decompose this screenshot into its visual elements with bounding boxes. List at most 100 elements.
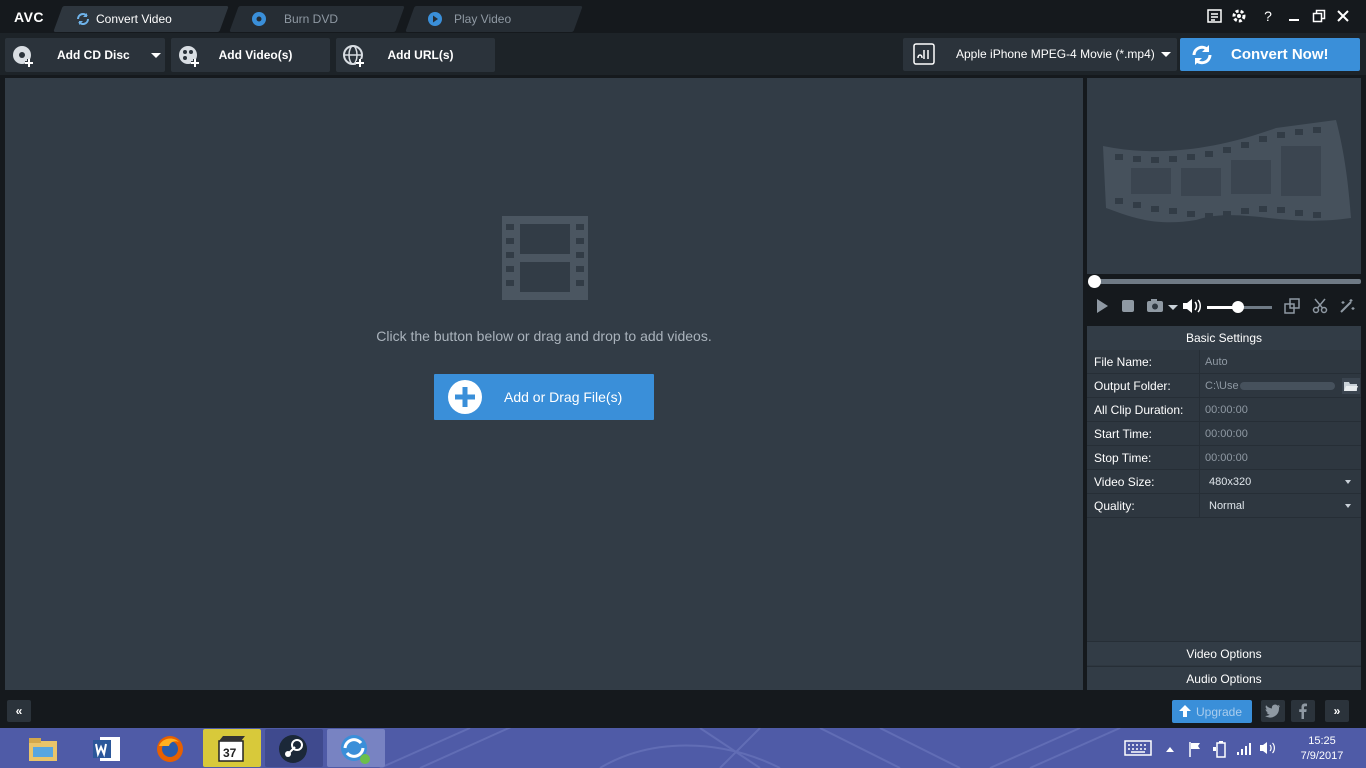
play-icon[interactable] [1094, 298, 1110, 314]
chevron-down-icon [1345, 480, 1351, 484]
minimize-icon[interactable] [1283, 6, 1305, 26]
setting-quality: Quality: Normal [1087, 494, 1361, 518]
file-explorer-icon [28, 735, 58, 766]
help-glyph: ? [1264, 8, 1272, 24]
twitter-icon[interactable] [1261, 700, 1285, 722]
keyboard-icon[interactable] [1124, 740, 1152, 759]
help-icon[interactable]: ? [1257, 6, 1279, 26]
file-drop-area[interactable]: Click the button below or drag and drop … [5, 78, 1083, 690]
tab-convert-video[interactable]: Convert Video [53, 6, 229, 32]
menu-icon[interactable] [1204, 6, 1226, 26]
chevron-down-icon[interactable] [151, 53, 161, 58]
taskbar-file-explorer[interactable] [14, 729, 72, 767]
tab-burn-dvd[interactable]: Burn DVD [229, 6, 405, 32]
add-url-button[interactable]: Add URL(s) [336, 38, 495, 72]
effects-icon[interactable] [1339, 298, 1355, 314]
setting-output-folder: Output Folder: C:\Use [1087, 374, 1361, 398]
plus-circle-icon [448, 380, 482, 414]
taskbar: 37 15:25 7/9/2017 [0, 728, 1366, 768]
collapse-button[interactable]: « [7, 700, 31, 722]
player-controls [1087, 292, 1361, 322]
film-strip-icon [502, 216, 588, 303]
convert-now-button[interactable]: Convert Now! [1180, 38, 1360, 71]
taskbar-firefox[interactable] [141, 729, 199, 767]
taskbar-steam[interactable] [265, 729, 323, 767]
add-or-drag-files-button[interactable]: Add or Drag File(s) [434, 374, 654, 420]
taskbar-media-player[interactable]: 37 [203, 729, 261, 767]
blurred-path [1240, 382, 1335, 390]
setting-value: 480x320 [1209, 476, 1252, 488]
app-window: AVC Convert Video Burn DVD Play Video ? … [0, 0, 1366, 728]
setting-label: Start Time: [1094, 427, 1153, 441]
settings-icon[interactable] [1228, 6, 1250, 26]
quality-select[interactable]: Normal [1199, 494, 1361, 518]
add-button-label: Add or Drag File(s) [504, 389, 623, 405]
drop-hint: Click the button below or drag and drop … [376, 328, 712, 344]
setting-video-size: Video Size: 480x320 [1087, 470, 1361, 494]
steam-icon [277, 733, 309, 768]
setting-label: Output Folder: [1094, 379, 1171, 393]
seek-handle[interactable] [1088, 275, 1101, 288]
snapshot-icon[interactable] [1146, 298, 1166, 314]
setting-all-clip-duration: All Clip Duration: 00:00:00 [1087, 398, 1361, 422]
tab-label: Play Video [454, 12, 512, 26]
speaker-icon[interactable] [1259, 741, 1277, 758]
flag-icon[interactable] [1188, 741, 1202, 760]
settings-title: Basic Settings [1087, 326, 1361, 350]
title-bar: AVC Convert Video Burn DVD Play Video ? [0, 0, 1366, 33]
crop-icon[interactable] [1284, 298, 1300, 314]
stop-icon[interactable] [1120, 298, 1136, 314]
chevron-down-icon[interactable] [1168, 305, 1178, 310]
tab-label: Burn DVD [284, 12, 339, 26]
scissors-icon[interactable] [1312, 298, 1328, 314]
expand-button[interactable]: » [1325, 700, 1349, 722]
battery-icon[interactable] [1212, 740, 1228, 761]
app-logo: AVC [14, 9, 45, 25]
upgrade-button[interactable]: Upgrade [1172, 700, 1252, 723]
video-preview [1087, 78, 1361, 274]
volume-icon[interactable] [1182, 298, 1204, 314]
setting-start-time: Start Time: 00:00:00 [1087, 422, 1361, 446]
file-name-field[interactable]: Auto [1199, 350, 1361, 374]
add-cd-disc-button[interactable]: Add CD Disc [5, 38, 165, 72]
setting-label: Stop Time: [1094, 451, 1152, 465]
upload-icon [1178, 704, 1192, 721]
chevron-up-icon[interactable] [1165, 742, 1175, 756]
facebook-icon[interactable] [1291, 700, 1315, 722]
clock-date: 7/9/2017 [1300, 750, 1344, 762]
add-videos-button[interactable]: Add Video(s) [171, 38, 330, 72]
seek-bar[interactable] [1094, 279, 1361, 284]
tab-play-video[interactable]: Play Video [405, 6, 583, 32]
volume-handle[interactable] [1232, 301, 1244, 313]
chevron-down-icon [1345, 504, 1351, 508]
stop-time-field[interactable]: 00:00:00 [1199, 446, 1361, 470]
system-clock[interactable]: 15:25 7/9/2017 [1282, 734, 1362, 764]
video-size-select[interactable]: 480x320 [1199, 470, 1361, 494]
status-bar: « Upgrade » [0, 693, 1366, 728]
setting-value: C:\Use [1205, 380, 1239, 392]
taskbar-word[interactable] [78, 729, 136, 767]
all-clip-duration-field: 00:00:00 [1199, 398, 1361, 422]
video-options-button[interactable]: Video Options [1087, 641, 1361, 665]
output-folder-field[interactable]: C:\Use [1199, 374, 1361, 398]
play-icon [428, 12, 442, 26]
output-format-select[interactable]: Apple iPhone MPEG-4 Movie (*.mp4) [903, 38, 1177, 71]
setting-value: Normal [1209, 500, 1245, 512]
restore-icon[interactable] [1308, 6, 1330, 26]
basic-settings-panel: Basic Settings File Name: Auto Output Fo… [1087, 326, 1361, 690]
chevron-down-icon [1161, 52, 1171, 57]
add-videos-label: Add Video(s) [218, 48, 293, 62]
add-url-label: Add URL(s) [387, 48, 454, 62]
setting-value: 00:00:00 [1205, 452, 1248, 464]
setting-label: Video Size: [1094, 475, 1155, 489]
setting-label: All Clip Duration: [1094, 403, 1184, 417]
wifi-signal-icon[interactable] [1236, 741, 1252, 758]
start-time-field[interactable]: 00:00:00 [1199, 422, 1361, 446]
audio-options-button[interactable]: Audio Options [1087, 666, 1361, 690]
firefox-icon [155, 734, 185, 767]
tab-label: Convert Video [96, 12, 172, 26]
folder-open-icon[interactable] [1342, 378, 1360, 394]
taskbar-avc[interactable] [327, 729, 385, 767]
disc-icon [252, 12, 266, 26]
close-icon[interactable] [1332, 6, 1354, 26]
